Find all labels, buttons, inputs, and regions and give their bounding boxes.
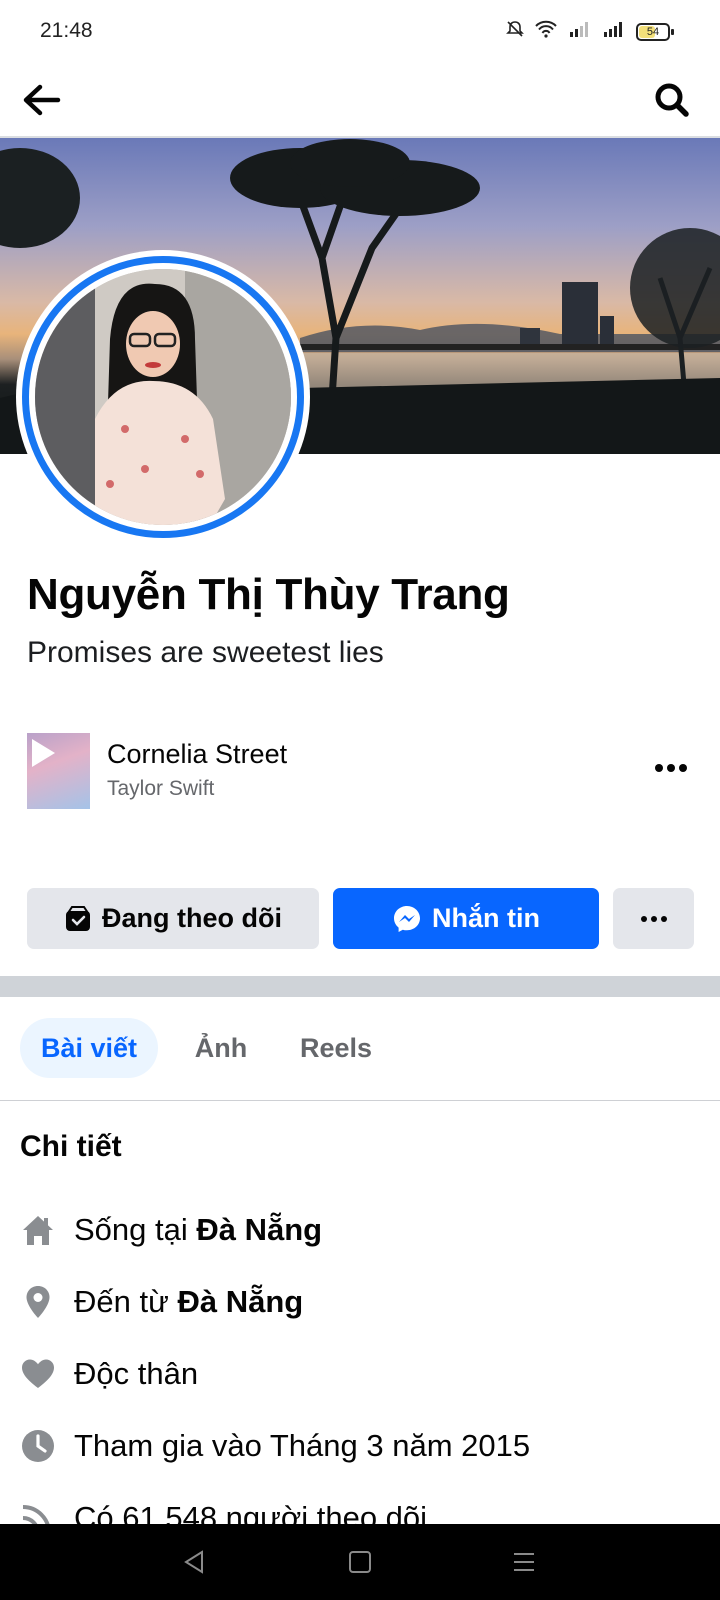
signal-icon — [568, 20, 592, 43]
relationship-status: Độc thân — [74, 1356, 199, 1391]
message-button[interactable]: Nhắn tin — [333, 888, 599, 949]
triangle-back-icon — [184, 1550, 203, 1574]
search-button[interactable] — [650, 80, 694, 120]
battery-icon: 54 — [636, 22, 674, 41]
status-time: 21:48 — [40, 19, 93, 42]
square-home-icon — [349, 1551, 371, 1573]
more-actions-button[interactable] — [613, 888, 694, 949]
profile-actions: Đang theo dõi Nhắn tin — [27, 888, 694, 949]
lives-in-place: Đà Nẵng — [196, 1212, 323, 1247]
mute-bell-icon — [506, 20, 524, 43]
from-prefix: Đến từ — [74, 1284, 178, 1319]
details-heading: Chi tiết — [20, 1130, 122, 1163]
following-label: Đang theo dõi — [102, 903, 282, 933]
avatar-photo — [35, 269, 291, 525]
profile-name: Nguyễn Thị Thùy Trang — [27, 570, 510, 619]
profile-music[interactable]: Cornelia Street Taylor Swift — [27, 733, 693, 809]
lives-in-prefix: Sống tại — [74, 1212, 197, 1247]
more-dots-icon — [655, 764, 687, 772]
battery-level: 54 — [646, 25, 660, 38]
following-check-icon — [66, 905, 90, 931]
music-more-button[interactable] — [651, 753, 691, 783]
profile-avatar[interactable] — [16, 250, 310, 544]
avatar-image — [35, 269, 291, 525]
more-dots-icon — [640, 915, 667, 922]
nav-home-button[interactable] — [344, 1546, 376, 1578]
clock-icon — [20, 1428, 56, 1464]
detail-joined: Tham gia vào Tháng 3 năm 2015 — [20, 1421, 700, 1471]
nav-menu-button[interactable] — [508, 1546, 540, 1578]
profile-bio: Promises are sweetest lies — [27, 636, 384, 669]
play-icon — [32, 739, 55, 767]
profile-tabs: Bài viết Ảnh Reels — [0, 997, 720, 1101]
location-pin-icon — [20, 1284, 56, 1320]
following-button[interactable]: Đang theo dõi — [27, 888, 319, 949]
detail-from[interactable]: Đến từ Đà Nẵng — [20, 1277, 700, 1327]
section-divider — [0, 976, 720, 997]
search-icon — [655, 83, 689, 117]
tab-posts[interactable]: Bài viết — [20, 1018, 158, 1078]
arrow-left-icon — [23, 84, 61, 116]
detail-lives-in[interactable]: Sống tại Đà Nẵng — [20, 1205, 700, 1255]
from-place: Đà Nẵng — [177, 1284, 304, 1319]
status-icons: 54 — [506, 20, 674, 43]
back-button[interactable] — [20, 80, 64, 120]
signal-icon — [602, 20, 626, 43]
album-art[interactable] — [27, 733, 90, 809]
tab-reels[interactable]: Reels — [286, 1018, 386, 1078]
wifi-icon — [534, 20, 558, 43]
top-navigation — [0, 62, 720, 138]
heart-icon — [20, 1356, 56, 1392]
detail-relationship: Độc thân — [20, 1349, 700, 1399]
message-label: Nhắn tin — [432, 903, 540, 933]
system-navigation-bar — [0, 1524, 720, 1600]
messenger-icon — [394, 905, 420, 932]
song-title: Cornelia Street — [107, 739, 288, 769]
tab-photos[interactable]: Ảnh — [176, 1018, 266, 1078]
song-artist: Taylor Swift — [107, 777, 215, 800]
home-icon — [20, 1212, 56, 1248]
nav-back-button[interactable] — [178, 1546, 210, 1578]
joined-date: Tham gia vào Tháng 3 năm 2015 — [74, 1428, 531, 1463]
status-bar: 21:48 54 — [0, 0, 720, 62]
menu-lines-icon — [514, 1553, 534, 1571]
